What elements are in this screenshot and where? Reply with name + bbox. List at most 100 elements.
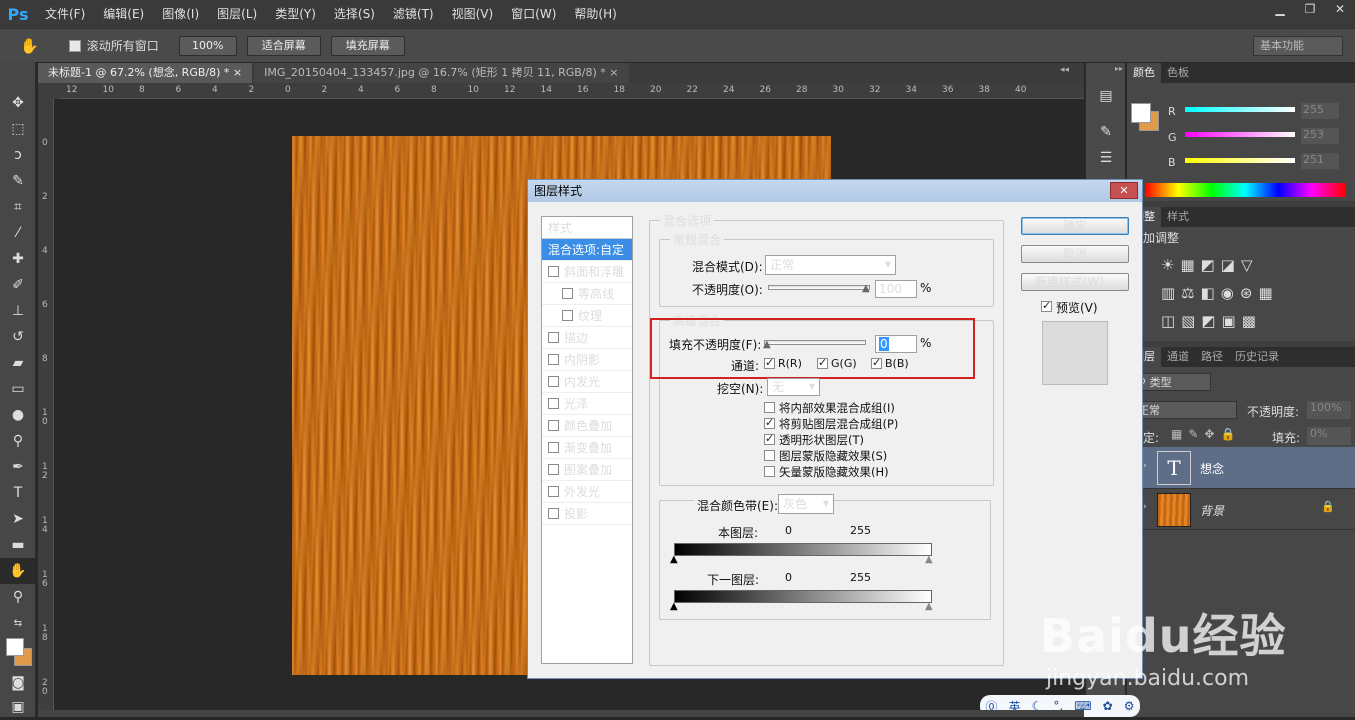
style-item[interactable]: 描边 (542, 327, 632, 349)
style-item[interactable]: 渐变叠加 (542, 437, 632, 459)
g-value[interactable]: 253 (1301, 128, 1339, 144)
layer-row-background[interactable]: › 背景 🔒 (1127, 490, 1355, 530)
menu-item[interactable]: 选择(S) (325, 0, 384, 28)
settings-icon[interactable]: ⚙ (1124, 699, 1135, 713)
style-checkbox[interactable] (548, 464, 559, 475)
opacity-input[interactable]: 100 (875, 280, 917, 298)
dodge-tool-icon[interactable]: ⚲ (0, 428, 36, 454)
crop-tool-icon[interactable]: ⌗ (0, 194, 36, 220)
style-item[interactable]: 图案叠加 (542, 459, 632, 481)
knockout-select[interactable]: 无 (767, 378, 820, 396)
scroll-all-checkbox[interactable] (68, 39, 81, 52)
style-checkbox[interactable] (548, 354, 559, 365)
gradient-tool-icon[interactable]: ▭ (0, 376, 36, 402)
menu-item[interactable]: 视图(V) (443, 0, 503, 28)
style-checkbox[interactable] (548, 398, 559, 409)
menu-item[interactable]: 帮助(H) (565, 0, 625, 28)
advanced-option-checkbox[interactable] (764, 432, 775, 445)
zoom-tool-icon[interactable]: ⚲ (0, 584, 36, 610)
layer-row-text[interactable]: › T 想念 (1127, 447, 1355, 489)
type-tool-icon[interactable]: T (0, 480, 36, 506)
eyedropper-icon[interactable]: ⁄ (0, 220, 36, 246)
style-item[interactable]: 斜面和浮雕 (542, 261, 632, 283)
advanced-option-checkbox[interactable] (764, 402, 775, 413)
default-colors-icon[interactable]: ⇆ (0, 610, 36, 636)
style-item[interactable]: 光泽 (542, 393, 632, 415)
tab-styles[interactable]: 样式 (1161, 207, 1195, 227)
shape-tool-icon[interactable]: ▬ (0, 532, 36, 558)
layer-opacity-input[interactable]: 100% (1307, 401, 1351, 419)
style-item[interactable]: 内发光 (542, 371, 632, 393)
lasso-tool-icon[interactable]: ↄ (0, 142, 36, 168)
menu-item[interactable]: 编辑(E) (94, 0, 153, 28)
this-layer-gradient[interactable] (674, 543, 932, 556)
style-checkbox[interactable] (548, 376, 559, 387)
eye-icon[interactable]: › (1143, 461, 1147, 471)
style-checkbox[interactable] (548, 486, 559, 497)
screen-mode-icon[interactable]: ▣ (0, 694, 36, 720)
ok-button[interactable]: 确定 (1021, 217, 1129, 235)
g-slider[interactable] (1185, 132, 1295, 137)
opacity-slider-thumb[interactable]: ▲ (862, 283, 870, 294)
hand-tool-icon[interactable]: ✋ (0, 558, 36, 584)
menu-item[interactable]: 文件(F) (36, 0, 94, 28)
history-panel-icon[interactable]: ▤ (1086, 83, 1126, 109)
brush-panel-icon[interactable]: ✎ (1086, 119, 1126, 145)
tab-document-1[interactable]: 未标题-1 @ 67.2% (想念, RGB/8) * × (38, 63, 253, 83)
close-tab-icon[interactable]: × (609, 66, 618, 79)
pen-tool-icon[interactable]: ✒ (0, 454, 36, 480)
style-item[interactable]: 内阴影 (542, 349, 632, 371)
tab-channels[interactable]: 通道 (1161, 347, 1195, 367)
tab-paths[interactable]: 路径 (1195, 347, 1229, 367)
close-icon[interactable]: ✕ (1325, 0, 1355, 20)
style-checkbox[interactable] (548, 266, 559, 277)
blend-mode-select[interactable]: 正常 (765, 255, 896, 275)
preview-checkbox[interactable] (1041, 299, 1052, 312)
workspace-select[interactable]: 基本功能 (1253, 36, 1343, 56)
fit-screen-button[interactable]: 适合屏幕 (246, 35, 321, 56)
layer-kind-filter[interactable]: ⚲ 类型 (1131, 373, 1211, 391)
cancel-button[interactable]: 取消 (1021, 245, 1129, 263)
fg-color-swatch[interactable] (1131, 103, 1151, 123)
advanced-option-checkbox[interactable] (764, 466, 775, 477)
quick-mask-icon[interactable]: ◙ (0, 670, 36, 696)
menu-item[interactable]: 窗口(W) (502, 0, 565, 28)
history-brush-icon[interactable]: ↺ (0, 324, 36, 350)
lock-icons[interactable]: ▦✎✥🔒 (1171, 427, 1241, 441)
style-checkbox[interactable] (548, 508, 559, 519)
menu-item[interactable]: 图像(I) (153, 0, 208, 28)
style-checkbox[interactable] (562, 310, 573, 321)
stamp-tool-icon[interactable]: ⊥ (0, 298, 36, 324)
new-style-button[interactable]: 新建样式(W)... (1021, 273, 1129, 291)
eraser-icon[interactable]: ▰ (0, 350, 36, 376)
underlying-black-thumb[interactable]: ▲ (670, 601, 678, 612)
style-item[interactable]: 等高线 (542, 283, 632, 305)
opacity-slider[interactable] (768, 285, 870, 290)
zoom-100-button[interactable]: 100% (178, 35, 237, 56)
advanced-option-checkbox[interactable] (764, 416, 775, 429)
color-spectrum[interactable] (1145, 183, 1345, 197)
dialog-close-button[interactable]: ✕ (1110, 182, 1138, 199)
tab-swatches[interactable]: 色板 (1161, 63, 1195, 83)
layer-blend-mode[interactable]: 正常 (1131, 401, 1237, 419)
eye-icon[interactable]: › (1143, 502, 1147, 512)
style-checkbox[interactable] (548, 420, 559, 431)
advanced-option-checkbox[interactable] (764, 450, 775, 461)
marquee-tool-icon[interactable]: ⬚ (0, 116, 36, 142)
skin-icon[interactable]: ✿ (1103, 699, 1113, 713)
quick-select-icon[interactable]: ✎ (0, 168, 36, 194)
style-item[interactable]: 外发光 (542, 481, 632, 503)
style-checkbox[interactable] (548, 442, 559, 453)
style-item[interactable]: 纹理 (542, 305, 632, 327)
blur-tool-icon[interactable]: ● (0, 402, 36, 428)
restore-icon[interactable]: ❐ (1295, 0, 1325, 20)
layer-fill-input[interactable]: 0% (1307, 427, 1351, 445)
path-select-icon[interactable]: ➤ (0, 506, 36, 532)
r-value[interactable]: 255 (1301, 103, 1339, 119)
blend-if-select[interactable]: 灰色 (778, 494, 834, 514)
underlying-white-thumb[interactable]: ▲ (925, 601, 933, 612)
style-checkbox[interactable] (548, 332, 559, 343)
b-slider[interactable] (1185, 158, 1295, 163)
tab-document-2[interactable]: IMG_20150404_133457.jpg @ 16.7% (矩形 1 拷贝… (254, 63, 629, 83)
style-item[interactable]: 颜色叠加 (542, 415, 632, 437)
